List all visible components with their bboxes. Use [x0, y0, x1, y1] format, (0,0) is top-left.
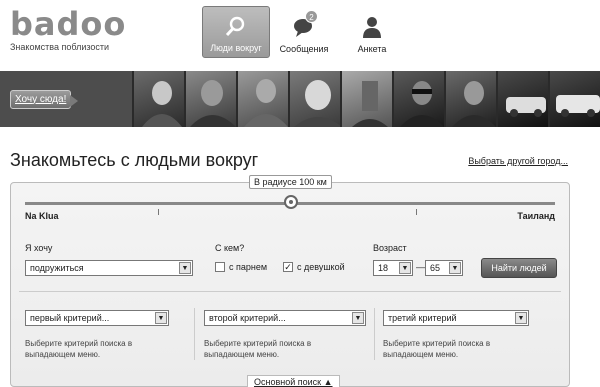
- user-photo[interactable]: [237, 71, 288, 127]
- want-label: Я хочу: [25, 243, 53, 253]
- logo-wordmark: badoo: [10, 5, 127, 43]
- messages-count-badge: 2: [305, 10, 318, 23]
- tagline: Знакомства поблизости: [10, 42, 110, 52]
- chevron-down-icon: ▼: [155, 312, 167, 324]
- user-photo[interactable]: [289, 71, 340, 127]
- slider-tick: [416, 209, 417, 215]
- criterion-1-value: первый критерий...: [30, 313, 110, 323]
- age-to-value: 65: [430, 263, 441, 273]
- place-left-label: Na Klua: [25, 211, 59, 221]
- want-select-value: подружиться: [30, 263, 84, 273]
- page-title: Знакомьтесь с людьми вокруг: [10, 150, 259, 170]
- want-select[interactable]: подружиться ▼: [25, 260, 193, 276]
- with-woman-checkbox[interactable]: ✓ с девушкой: [283, 262, 345, 272]
- user-photo[interactable]: [133, 71, 184, 127]
- chevron-down-icon: ▼: [399, 262, 411, 274]
- criterion-1-select[interactable]: первый критерий... ▼: [25, 310, 169, 326]
- cta-area: Хочу сюда!: [0, 71, 132, 127]
- criterion-3-select[interactable]: третий критерий ▼: [383, 310, 529, 326]
- people-photo-strip: Хочу сюда!: [0, 71, 600, 127]
- with-man-label: с парнем: [229, 262, 268, 272]
- with-woman-label: с девушкой: [297, 262, 345, 272]
- age-to-select[interactable]: 65 ▼: [425, 260, 463, 276]
- top-nav: Люди вокруг 2 Сообщения Анкета: [202, 6, 406, 58]
- age-range-dash: —: [416, 262, 425, 272]
- choose-other-city-link[interactable]: Выбрать другой город...: [468, 156, 568, 166]
- nav-messages[interactable]: 2 Сообщения: [270, 6, 338, 58]
- search-icon: [223, 13, 249, 39]
- with-whom-label: С кем?: [215, 243, 245, 253]
- nav-people-nearby-label: Люди вокруг: [210, 43, 262, 53]
- slider-tick: [158, 209, 159, 215]
- checkbox-box: [215, 262, 225, 272]
- criterion-3-hint: Выберите критерий поиска в выпадающем ме…: [383, 339, 491, 359]
- nav-messages-label: Сообщения: [279, 44, 329, 54]
- divider: [19, 291, 561, 292]
- criterion-2-select[interactable]: второй критерий... ▼: [204, 310, 366, 326]
- divider: [194, 308, 195, 360]
- want-here-button[interactable]: Хочу сюда!: [10, 89, 79, 109]
- criterion-2-value: второй критерий...: [209, 313, 286, 323]
- radius-label: В радиусе 100 км: [249, 175, 332, 189]
- user-photo[interactable]: [185, 71, 236, 127]
- user-photo[interactable]: [445, 71, 496, 127]
- logo[interactable]: badoo Знакомства поблизости: [10, 6, 126, 52]
- search-panel: В радиусе 100 км Na Klua Таиланд Я хочу …: [10, 175, 570, 387]
- criterion-2-hint: Выберите критерий поиска в выпадающем ме…: [204, 339, 312, 359]
- age-label: Возраст: [373, 243, 407, 253]
- chevron-down-icon: ▼: [515, 312, 527, 324]
- person-icon: [359, 14, 385, 40]
- user-photo[interactable]: [393, 71, 444, 127]
- check-icon: ✓: [283, 262, 293, 272]
- with-man-checkbox[interactable]: с парнем: [215, 262, 267, 272]
- age-from-select[interactable]: 18 ▼: [373, 260, 413, 276]
- nav-profile[interactable]: Анкета: [338, 6, 406, 58]
- basic-search-link[interactable]: Основной поиск ▲: [247, 375, 340, 387]
- radius-slider-handle[interactable]: [284, 195, 298, 209]
- find-people-button[interactable]: Найти людей: [481, 258, 557, 278]
- chevron-down-icon: ▼: [449, 262, 461, 274]
- user-photo[interactable]: [549, 71, 600, 127]
- chevron-down-icon: ▼: [179, 262, 191, 274]
- nav-people-nearby[interactable]: Люди вокруг: [202, 6, 270, 58]
- criterion-3-value: третий критерий: [388, 313, 457, 323]
- user-photo[interactable]: [497, 71, 548, 127]
- divider: [374, 308, 375, 360]
- age-from-value: 18: [378, 263, 389, 273]
- criterion-1-hint: Выберите критерий поиска в выпадающем ме…: [25, 339, 133, 359]
- nav-profile-label: Анкета: [357, 44, 387, 54]
- chevron-down-icon: ▼: [352, 312, 364, 324]
- user-photo[interactable]: [341, 71, 392, 127]
- place-right-label: Таиланд: [517, 211, 555, 221]
